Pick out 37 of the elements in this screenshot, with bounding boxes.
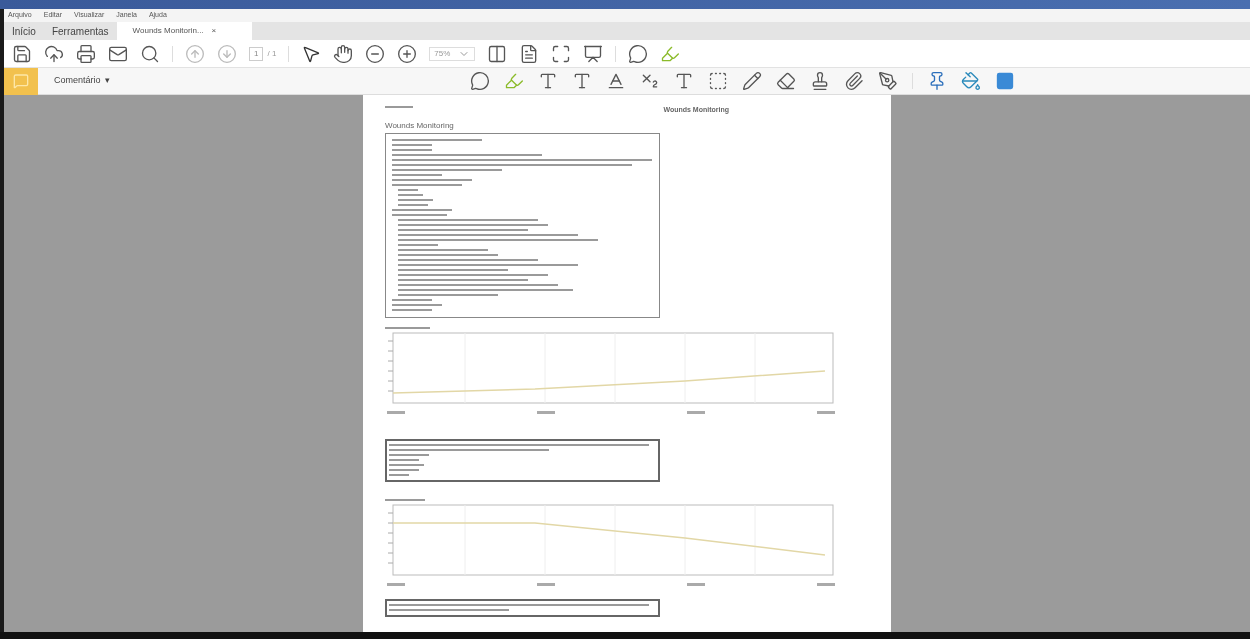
hand-icon[interactable] [333, 43, 354, 64]
y-axis-ticks [387, 512, 394, 563]
x-axis-label-drawing [817, 582, 835, 586]
page-number-field[interactable]: 1 [249, 46, 264, 61]
x-axis-label-drawing [687, 582, 705, 586]
x-axis-label-drawing [387, 582, 405, 586]
x-axis-label-drawing [687, 410, 705, 414]
rectangle-icon[interactable] [994, 71, 1015, 91]
save-icon[interactable] [12, 43, 32, 64]
document-title: Wounds Monitoring [385, 119, 455, 132]
zoom-out-icon[interactable] [365, 43, 386, 64]
fit-width-icon[interactable] [487, 43, 508, 64]
paint-bucket-icon[interactable] [960, 71, 981, 91]
comment-menu[interactable]: Comentário ▾ [54, 74, 110, 88]
x-axis-label-drawing [537, 582, 555, 586]
x-axis-label-drawing [817, 410, 835, 414]
close-icon[interactable]: × [211, 25, 217, 37]
nav-tab[interactable]: Início [4, 22, 44, 40]
zoom-in-icon[interactable] [397, 43, 418, 64]
note-icon[interactable] [469, 71, 490, 91]
y-axis-ticks [387, 340, 394, 391]
print-icon[interactable] [76, 43, 96, 64]
page-total: / 1 [267, 47, 277, 60]
nav-tab[interactable]: Ferramentas [43, 22, 117, 40]
x-axis-label-drawing [387, 410, 405, 414]
comment-icon[interactable] [628, 43, 649, 64]
eraser-icon[interactable] [775, 71, 796, 91]
x-axis-label-drawing [537, 410, 555, 414]
pencil-icon[interactable] [741, 71, 762, 91]
document-tab[interactable]: Wounds Monitorin... × [116, 22, 252, 40]
text-box-icon[interactable] [707, 71, 728, 91]
cloud-icon[interactable] [44, 43, 64, 64]
sign-icon[interactable] [877, 71, 898, 91]
presentation-icon[interactable] [583, 43, 604, 64]
search-icon[interactable] [140, 43, 160, 64]
attach-icon[interactable] [843, 71, 864, 91]
full-screen-icon[interactable] [551, 43, 572, 64]
